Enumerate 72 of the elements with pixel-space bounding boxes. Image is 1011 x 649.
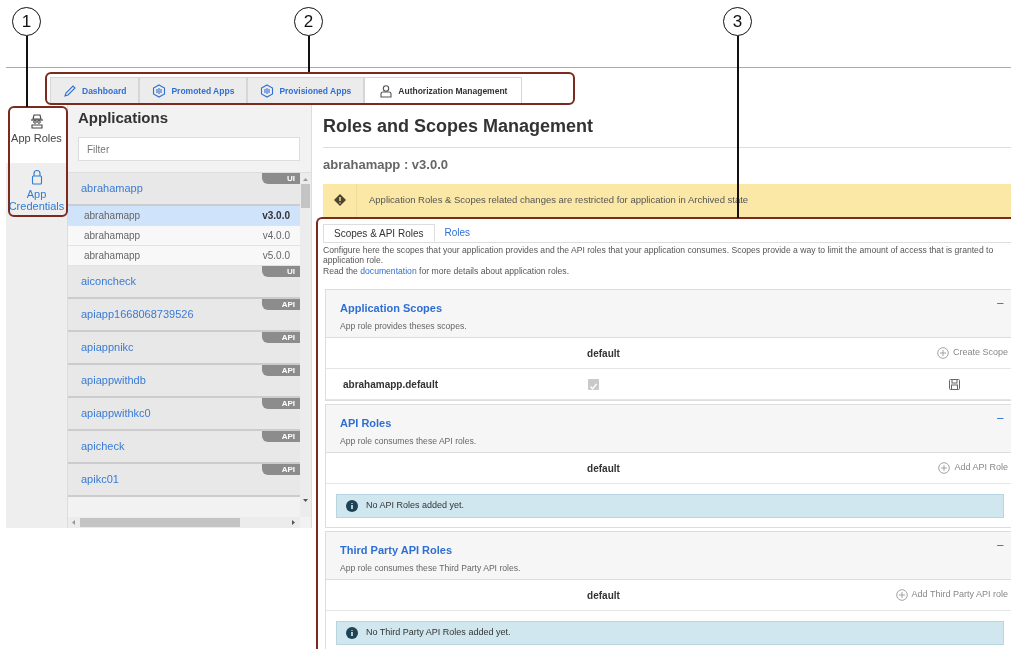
callout-number: 1 xyxy=(12,7,41,36)
nav-tab[interactable]: Authorization Management xyxy=(364,77,523,104)
plus-icon xyxy=(936,347,949,359)
column-header: default xyxy=(586,461,621,476)
type-tag: UI xyxy=(262,173,300,184)
info-icon xyxy=(346,500,358,512)
callout-number: 2 xyxy=(294,7,323,36)
plus-icon xyxy=(895,589,908,601)
save-icon xyxy=(949,378,960,390)
checkbox[interactable] xyxy=(588,378,599,390)
version-row[interactable]: abrahamapp v4.0.0 xyxy=(68,226,300,246)
type-tag: API xyxy=(262,464,300,475)
column-header: default xyxy=(586,588,621,603)
app-group-row[interactable]: apiappwithkc0 API xyxy=(68,398,300,431)
type-tag: API xyxy=(262,398,300,409)
section-description: App role consumes these Third Party API roles. xyxy=(340,561,521,575)
column-header: default xyxy=(586,346,621,361)
type-tag: UI xyxy=(262,266,300,277)
add-button[interactable]: Create Scope xyxy=(936,346,1008,360)
collapse-button[interactable]: − xyxy=(996,536,1004,556)
warning-icon xyxy=(332,193,347,207)
hexagon-icon xyxy=(260,84,275,98)
app-group-row[interactable]: apiapp1668068739526 API xyxy=(68,299,300,332)
info-icon xyxy=(346,627,358,639)
lock-icon xyxy=(29,169,44,185)
app-group-row[interactable]: apikc01 API xyxy=(68,464,300,497)
type-tag: API xyxy=(262,365,300,376)
add-button[interactable]: Add Third Party API role xyxy=(895,588,1008,602)
info-alert: No API Roles added yet. xyxy=(336,494,1004,518)
app-group-row[interactable]: abrahamapp UI xyxy=(68,173,300,206)
version-row[interactable]: abrahamapp v3.0.0 xyxy=(68,206,300,226)
nav-tab[interactable]: Promoted Apps xyxy=(139,77,248,104)
collapse-button[interactable]: − xyxy=(996,409,1004,429)
type-tag: API xyxy=(262,431,300,442)
leader-line xyxy=(308,36,310,72)
user-group-icon xyxy=(28,113,45,129)
add-button[interactable]: Add API Role xyxy=(938,461,1008,475)
page-title: Roles and Scopes Management xyxy=(323,116,595,138)
description-text: Configure here the scopes that your application provides and the API roles that your application consumes. Scopes provide a way to limit the amount of access that is granted to xyxy=(323,244,995,255)
section-description: App role consumes these API roles. xyxy=(340,434,477,448)
section-title: Third Party API Roles xyxy=(340,543,453,558)
info-alert: No Third Party API Roles added yet. xyxy=(336,621,1004,645)
collapse-button[interactable]: − xyxy=(996,294,1004,314)
description-text: application role. xyxy=(323,255,385,266)
description-text: Read the documentation for more details about application roles. xyxy=(323,265,571,276)
version-row[interactable]: abrahamapp v5.0.0 xyxy=(68,246,300,266)
nav-tab[interactable]: Provisioned Apps xyxy=(247,77,365,104)
content-tab[interactable]: Scopes & API Roles xyxy=(323,223,435,242)
leader-line xyxy=(26,36,28,107)
sidebar-item[interactable]: App Credentials xyxy=(6,163,67,218)
panel-title: Applications xyxy=(78,109,169,127)
app-group-row[interactable]: apiappwithdb API xyxy=(68,365,300,398)
app-group-row[interactable]: apicheck API xyxy=(68,431,300,464)
section-title: API Roles xyxy=(340,416,392,431)
app-version-title: abrahamapp : v3.0.0 xyxy=(323,156,449,174)
section-description: App role provides theses scopes. xyxy=(340,319,467,333)
content-tab[interactable]: Roles xyxy=(434,223,481,242)
user-icon xyxy=(379,84,394,98)
type-tag: API xyxy=(262,332,300,343)
plus-icon xyxy=(938,462,951,474)
sidebar-item[interactable]: App Roles xyxy=(6,105,67,163)
app-group-row[interactable]: apiappnikc API xyxy=(68,332,300,365)
callout-number: 3 xyxy=(723,7,752,36)
app-group-row[interactable]: aiconcheck UI xyxy=(68,266,300,299)
filter-field[interactable]: Filter xyxy=(78,137,300,161)
nav-tab[interactable]: Dashboard xyxy=(50,77,140,104)
hexagon-icon xyxy=(152,84,167,98)
documentation-link[interactable]: documentation xyxy=(360,265,417,276)
section-title: Application Scopes xyxy=(340,301,443,316)
type-tag: API xyxy=(262,299,300,310)
pencil-icon xyxy=(63,84,77,98)
scope-name: abrahamapp.default xyxy=(342,377,440,392)
